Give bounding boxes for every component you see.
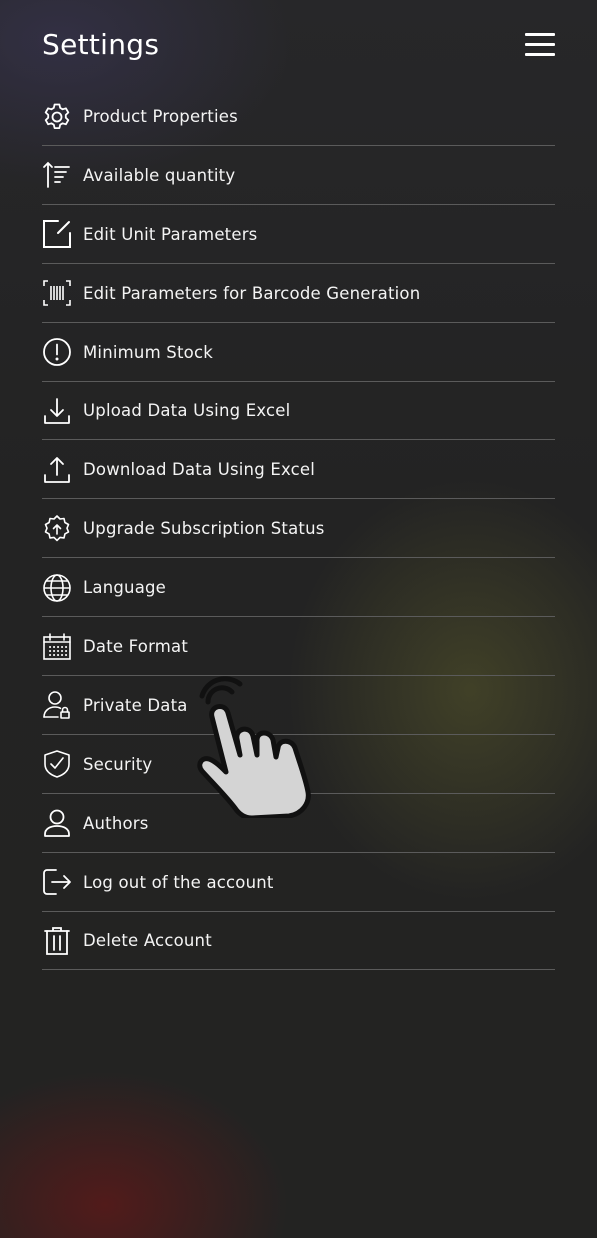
edit-square-icon [42, 219, 72, 249]
settings-item-label: Log out of the account [83, 872, 274, 892]
settings-item-label: Edit Unit Parameters [83, 224, 258, 244]
settings-item-upgrade-subscription[interactable]: Upgrade Subscription Status [42, 500, 555, 559]
settings-item-label: Available quantity [83, 165, 236, 185]
settings-item-barcode-parameters[interactable]: Edit Parameters for Barcode Generation [42, 265, 555, 323]
settings-item-label: Delete Account [83, 931, 212, 951]
settings-item-download-excel[interactable]: Download Data Using Excel [42, 441, 555, 500]
sort-ascending-icon [42, 160, 72, 190]
settings-item-label: Product Properties [83, 107, 238, 126]
download-arrow-icon [42, 396, 72, 426]
settings-item-label: Date Format [83, 637, 189, 657]
page-title: Settings [42, 28, 160, 61]
calendar-icon [42, 632, 72, 662]
page-header: Settings [42, 26, 555, 66]
logout-icon [42, 867, 72, 897]
settings-item-label: Upload Data Using Excel [83, 401, 291, 421]
settings-item-label: Private Data [83, 695, 188, 715]
settings-item-language[interactable]: Language [42, 559, 555, 618]
settings-item-upload-excel[interactable]: Upload Data Using Excel [42, 382, 555, 441]
alert-circle-icon [42, 337, 72, 367]
gear-icon [42, 102, 72, 132]
settings-item-available-quantity[interactable]: Available quantity [42, 147, 555, 205]
globe-icon [42, 573, 72, 603]
settings-item-label: Minimum Stock [83, 342, 213, 362]
upload-arrow-icon [42, 455, 72, 485]
settings-item-label: Security [83, 754, 153, 774]
shield-check-icon [42, 749, 72, 779]
settings-item-private-data[interactable]: Private Data [42, 677, 555, 735]
settings-item-edit-unit-parameters[interactable]: Edit Unit Parameters [42, 206, 555, 264]
settings-list: Product Properties Available quantity Ed… [42, 88, 555, 971]
settings-item-label: Upgrade Subscription Status [83, 519, 325, 539]
trash-icon [42, 926, 72, 956]
user-icon [42, 808, 72, 838]
barcode-icon [42, 278, 72, 308]
settings-item-authors[interactable]: Authors [42, 795, 555, 853]
settings-item-delete-account[interactable]: Delete Account [42, 912, 555, 971]
settings-item-minimum-stock[interactable]: Minimum Stock [42, 324, 555, 382]
settings-item-label: Download Data Using Excel [83, 460, 316, 480]
user-lock-icon [42, 690, 72, 720]
settings-item-product-properties[interactable]: Product Properties [42, 88, 555, 146]
settings-item-date-format[interactable]: Date Format [42, 618, 555, 677]
settings-item-security[interactable]: Security [42, 736, 555, 794]
settings-item-label: Language [83, 578, 167, 598]
settings-item-label: Edit Parameters for Barcode Generation [83, 283, 421, 303]
settings-item-logout[interactable]: Log out of the account [42, 854, 555, 912]
badge-upgrade-icon [42, 514, 72, 544]
hamburger-menu-button[interactable] [525, 32, 555, 58]
hamburger-menu-icon [525, 33, 555, 36]
settings-item-label: Authors [83, 813, 149, 833]
